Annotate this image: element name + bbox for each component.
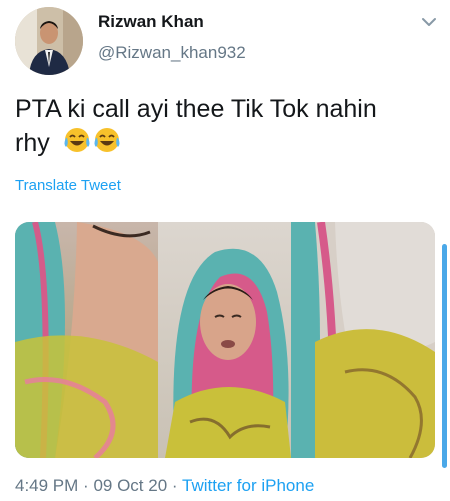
tweet-media[interactable] <box>15 222 435 458</box>
chevron-down-icon[interactable] <box>420 16 438 28</box>
translate-tweet-link[interactable]: Translate Tweet <box>15 177 121 194</box>
meta-separator: · <box>83 476 89 495</box>
tears-of-joy-icon <box>63 126 91 163</box>
tweet-text-line1: PTA ki call ayi thee Tik Tok nahin <box>15 95 377 123</box>
video-frames-image <box>15 222 435 458</box>
tweet-time[interactable]: 4:49 PM <box>15 476 78 495</box>
user-handle[interactable]: @Rizwan_khan932 <box>98 43 246 63</box>
tweet-date[interactable]: 09 Oct 20 <box>93 476 167 495</box>
tweet-meta: 4:49 PM · 09 Oct 20 · Twitter for iPhone <box>15 476 314 496</box>
meta-separator: · <box>171 476 178 495</box>
avatar[interactable] <box>15 7 83 75</box>
user-name[interactable]: Rizwan Khan <box>98 12 204 32</box>
tweet-text-line2: rhy <box>15 129 50 158</box>
tweet-source-link[interactable]: Twitter for iPhone <box>182 476 314 495</box>
scroll-indicator[interactable] <box>442 244 447 468</box>
tweet-text: PTA ki call ayi thee Tik Tok nahin rhy <box>15 92 435 163</box>
profile-photo-icon <box>15 7 83 75</box>
tears-of-joy-icon <box>93 126 121 163</box>
